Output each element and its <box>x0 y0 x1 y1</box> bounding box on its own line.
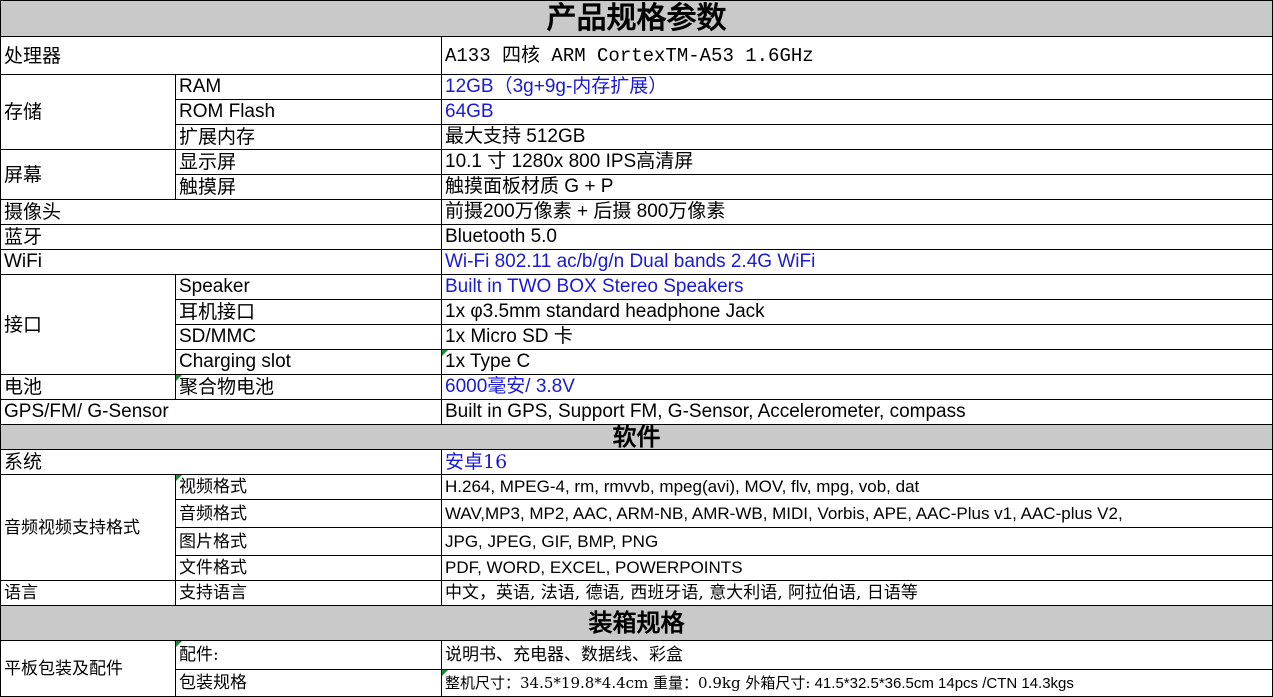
title-row: 产品规格参数 <box>0 0 1273 37</box>
speaker-value: Built in TWO BOX Stereo Speakers <box>440 274 1273 300</box>
packing-header-row: 装箱规格 <box>0 605 1273 641</box>
system-label: 系统 <box>0 449 442 475</box>
package-spec-label: 包装规格 <box>175 669 442 697</box>
battery-label: 电池 <box>0 374 176 400</box>
system-value: 安卓16 <box>440 449 1273 475</box>
display-row: 屏幕 显示屏 10.1 寸 1280x 800 IPS高清屏 <box>0 149 1273 200</box>
language-sub-label: 支持语言 <box>175 580 442 606</box>
battery-row: 电池 聚合物电池 6000毫安/ 3.8V <box>0 374 1273 400</box>
ports-label: 接口 <box>0 274 176 375</box>
charging-row: Charging slot 1x Type C <box>1 349 1273 375</box>
image-format-value: JPG, JPEG, GIF, BMP, PNG <box>440 527 1273 556</box>
wifi-label: WiFi <box>0 249 442 275</box>
image-format-label: 图片格式 <box>175 527 442 556</box>
display-label: 显示屏 <box>175 149 442 175</box>
spec-sheet-table: 产品规格参数 处理器 A133 四核 ARM CortexTM-A53 1.6G… <box>0 0 1273 697</box>
camera-value: 前摄200万像素 + 后摄 800万像素 <box>440 199 1273 225</box>
file-format-label: 文件格式 <box>175 555 442 581</box>
packing-header: 装箱规格 <box>0 605 1273 641</box>
ram-row: 存储 RAM 12GB（3g+9g-内存扩展） <box>0 74 1273 150</box>
cpu-row: 处理器 A133 四核 ARM CortexTM-A53 1.6GHz <box>0 36 1273 75</box>
ext-memory-label: 扩展内存 <box>175 124 442 150</box>
software-header: 软件 <box>0 424 1273 450</box>
packing-label: 平板包装及配件 <box>0 640 176 697</box>
package-spec-row: 包装规格 整机尺寸：34.5*19.8*4.4cm 重量：0.9kg 外箱尺寸:… <box>1 669 1273 697</box>
accessories-value: 说明书、充电器、数据线、彩盒 <box>440 640 1273 670</box>
package-spec-value: 整机尺寸：34.5*19.8*4.4cm 重量：0.9kg 外箱尺寸: 41.5… <box>440 669 1273 697</box>
sheet-title: 产品规格参数 <box>0 0 1273 37</box>
file-format-row: 文件格式 PDF, WORD, EXCEL, POWERPOINTS <box>1 555 1273 581</box>
audio-format-row: 音频格式 WAV,MP3, MP2, AAC, ARM-NB, AMR-WB, … <box>1 499 1273 528</box>
camera-label: 摄像头 <box>0 199 442 225</box>
headphone-value: 1x φ3.5mm standard headphone Jack <box>440 299 1273 325</box>
audio-format-label: 音频格式 <box>175 499 442 528</box>
sd-row: SD/MMC 1x Micro SD 卡 <box>1 324 1273 350</box>
ram-label: RAM <box>175 74 442 100</box>
rom-label: ROM Flash <box>175 99 442 125</box>
touch-row: 触摸屏 触摸面板材质 G + P <box>1 174 1273 200</box>
audio-format-value: WAV,MP3, MP2, AAC, ARM-NB, AMR-WB, MIDI,… <box>440 499 1273 528</box>
speaker-label: Speaker <box>175 274 442 300</box>
speaker-row: 接口 Speaker Built in TWO BOX Stereo Speak… <box>0 274 1273 375</box>
display-value: 10.1 寸 1280x 800 IPS高清屏 <box>440 149 1273 175</box>
accessories-label: 配件: <box>175 640 442 670</box>
language-value: 中文，英语, 法语, 德语, 西班牙语, 意大利语, 阿拉伯语, 日语等 <box>440 580 1273 606</box>
battery-sub-label: 聚合物电池 <box>175 374 442 400</box>
rom-row: ROM Flash 64GB <box>1 99 1273 125</box>
file-format-value: PDF, WORD, EXCEL, POWERPOINTS <box>440 555 1273 581</box>
touch-label: 触摸屏 <box>175 174 442 200</box>
video-format-row: 音频视频支持格式 视频格式 H.264, MPEG-4, rm, rmvvb, … <box>0 474 1273 581</box>
rom-value: 64GB <box>440 99 1273 125</box>
language-label: 语言 <box>0 580 176 606</box>
ext-memory-row: 扩展内存 最大支持 512GB <box>1 124 1273 150</box>
screen-label: 屏幕 <box>0 149 176 200</box>
ram-value: 12GB（3g+9g-内存扩展） <box>440 74 1273 100</box>
touch-value: 触摸面板材质 G + P <box>440 174 1273 200</box>
bluetooth-value: Bluetooth 5.0 <box>440 224 1273 250</box>
gps-value: Built in GPS, Support FM, G-Sensor, Acce… <box>440 399 1273 425</box>
bluetooth-row: 蓝牙 Bluetooth 5.0 <box>0 224 1273 250</box>
ext-memory-value: 最大支持 512GB <box>440 124 1273 150</box>
battery-value: 6000毫安/ 3.8V <box>440 374 1273 400</box>
wifi-row: WiFi Wi-Fi 802.11 ac/b/g/n Dual bands 2.… <box>0 249 1273 275</box>
cpu-value: A133 四核 ARM CortexTM-A53 1.6GHz <box>440 36 1273 75</box>
gps-label: GPS/FM/ G-Sensor <box>0 399 442 425</box>
software-header-row: 软件 <box>0 424 1273 450</box>
camera-row: 摄像头 前摄200万像素 + 后摄 800万像素 <box>0 199 1273 225</box>
charging-value: 1x Type C <box>440 349 1273 375</box>
bluetooth-label: 蓝牙 <box>0 224 442 250</box>
headphone-row: 耳机接口 1x φ3.5mm standard headphone Jack <box>1 299 1273 325</box>
storage-label: 存储 <box>0 74 176 150</box>
headphone-label: 耳机接口 <box>175 299 442 325</box>
gps-row: GPS/FM/ G-Sensor Built in GPS, Support F… <box>0 399 1273 425</box>
video-format-value: H.264, MPEG-4, rm, rmvvb, mpeg(avi), MOV… <box>440 474 1273 500</box>
cpu-label: 处理器 <box>0 36 442 75</box>
sd-value: 1x Micro SD 卡 <box>440 324 1273 350</box>
wifi-value: Wi-Fi 802.11 ac/b/g/n Dual bands 2.4G Wi… <box>440 249 1273 275</box>
carton-size: 41.5*32.5*36.5cm 14pcs /CTN 14.3kgs <box>810 674 1074 692</box>
accessories-row: 平板包装及配件 配件: 说明书、充电器、数据线、彩盒 <box>0 640 1273 697</box>
video-format-label: 视频格式 <box>175 474 442 500</box>
charging-label: Charging slot <box>175 349 442 375</box>
sd-label: SD/MMC <box>175 324 442 350</box>
package-size-weight: 整机尺寸：34.5*19.8*4.4cm 重量：0.9kg 外箱尺寸: <box>445 673 811 692</box>
image-format-row: 图片格式 JPG, JPEG, GIF, BMP, PNG <box>1 527 1273 556</box>
media-format-label: 音频视频支持格式 <box>0 474 176 581</box>
system-row: 系统 安卓16 <box>0 449 1273 475</box>
language-row: 语言 支持语言 中文，英语, 法语, 德语, 西班牙语, 意大利语, 阿拉伯语,… <box>0 580 1273 606</box>
